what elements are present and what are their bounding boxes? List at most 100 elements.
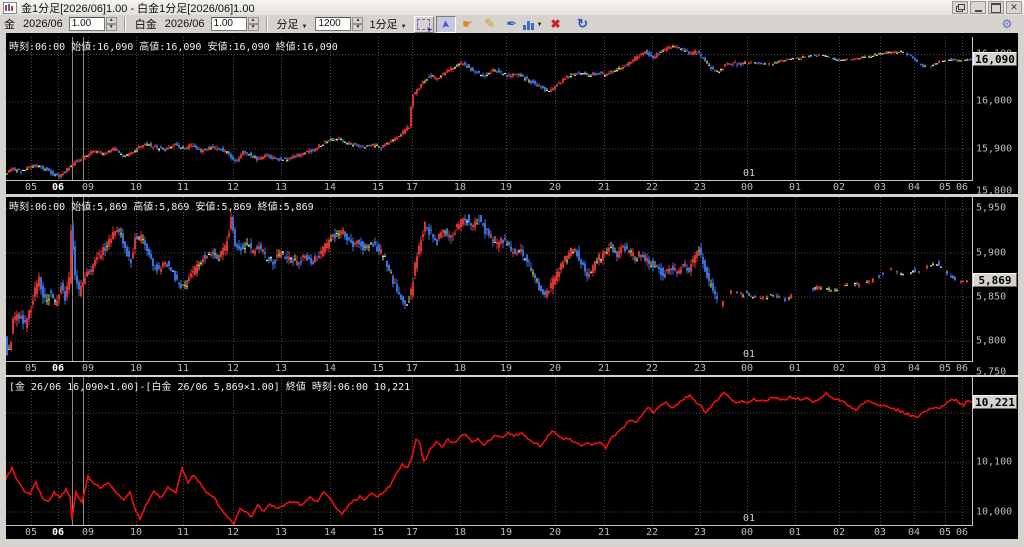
time-tick-label: 09 [81,182,95,193]
time-tick-label: 09 [81,363,95,374]
gold-contract-select[interactable]: 2026/06 [23,18,63,30]
time-tick-label: 05 [938,527,952,538]
time-tick-label: 01 [788,527,802,538]
time-tick-label: 05 [24,182,38,193]
bar-count-arrows[interactable]: ▲ ▼ [352,17,364,31]
time-tick-label: 22 [645,182,659,193]
time-tick-label: 03 [873,363,887,374]
zoom-select-icon [417,18,431,30]
close-icon: ✕ [1010,2,1018,12]
platinum-multiplier-arrows[interactable]: ▲ ▼ [247,17,259,31]
toolbar-separator [123,17,126,31]
price-tick-label: 15,900 [976,143,1013,155]
date-marker: 01 [743,513,756,524]
time-tick-label: 22 [645,527,659,538]
gold-multiplier-arrows[interactable]: ▲ ▼ [105,17,117,31]
minimize-button[interactable] [970,1,986,14]
time-tick-label: 12 [226,182,240,193]
clear-icon: ✖ [550,17,561,31]
platinum-contract-select[interactable]: 2026/06 [165,18,205,30]
time-tick-label: 06 [955,363,969,374]
clear-drawings-button[interactable]: ✖ [546,16,566,33]
time-tick-label: 11 [176,363,190,374]
time-tick-label: 06 [51,182,65,193]
platinum-time-axis: 05 06 09 10 11 12 13 14 15 17 18 19 20 21 22 23 00 01 02 03… [6,362,972,375]
restore-icon [955,3,965,12]
time-tick-label: 06 [955,182,969,193]
date-marker: 01 [743,168,756,179]
time-tick-label: 13 [274,182,288,193]
time-tick-label: 09 [81,527,95,538]
pan-tool-button[interactable]: ☛ [458,16,478,33]
time-tick-label: 05 [24,527,38,538]
settings-button[interactable]: ⚙ [997,16,1017,33]
platinum-multiplier-spinner[interactable]: 1.00 ▲ ▼ [210,17,259,31]
time-tick-label: 10 [129,363,143,374]
time-tick-label: 01 [788,363,802,374]
refresh-button[interactable]: ↻ [573,16,593,33]
time-tick-label: 21 [597,527,611,538]
time-tick-label: 06 [955,527,969,538]
platinum-ohlc-readout: 時刻:06:00 始値:5,869 高値:5,869 安値:5,869 終値:5… [9,202,314,213]
maximize-button[interactable] [988,1,1004,14]
pen-tool-button[interactable]: ✒ [502,16,522,33]
maximize-icon [991,2,1001,13]
time-tick-label: 12 [226,527,240,538]
toolbar: 金 2026/06 1.00 ▲ ▼ 白金 2026/06 1.00 ▲ ▼ 分足 ▼… [0,15,1024,34]
bar-interval-dropdown[interactable]: 1分足 ▼ [369,16,408,32]
price-tick-label: 16,000 [976,95,1013,107]
time-tick-label: 14 [323,363,337,374]
zoom-select-tool-button[interactable] [413,15,434,33]
chart-type-button[interactable]: ▼ [522,16,544,33]
price-tick-label: 5,900 [976,247,1007,259]
candles-svg [6,197,972,361]
time-tick-label: 19 [499,182,513,193]
gold-multiplier-input[interactable]: 1.00 [68,17,105,31]
time-tick-label: 18 [453,363,467,374]
bar-count-input[interactable]: 1200 [315,17,352,31]
time-tick-label: 00 [740,527,754,538]
time-tick-label: 05 [938,182,952,193]
cursor-tool-button[interactable]: ➤ [435,15,456,33]
refresh-icon: ↻ [577,16,589,31]
time-tick-label: 00 [740,182,754,193]
platinum-candlestick-plot[interactable]: 時刻:06:00 始値:5,869 高値:5,869 安値:5,869 終値:5… [6,197,973,362]
time-tick-label: 03 [873,182,887,193]
gold-multiplier-spinner[interactable]: 1.00 ▲ ▼ [68,17,117,31]
spread-line-svg [6,377,972,525]
chart-client-area: 時刻:06:00 始値:16,090 高値:16,090 安値:16,090 終… [0,33,1024,547]
spread-formula-readout: [金 26/06 16,090×1.00]-[白金 26/06 5,869×1.… [9,382,411,393]
time-tick-label: 18 [453,527,467,538]
app-icon [3,1,17,14]
restore-all-button[interactable] [952,1,968,14]
platinum-multiplier-input[interactable]: 1.00 [210,17,247,31]
price-tick-label: 10,100 [976,456,1013,468]
panel-separator [0,375,1018,377]
hand-icon: ☛ [462,17,473,31]
bar-type-dropdown[interactable]: 分足 ▼ [277,16,310,32]
time-tick-label: 23 [693,527,707,538]
price-tick-label: 5,850 [976,291,1007,303]
time-tick-label: 23 [693,363,707,374]
draw-tool-button[interactable]: ✎ [480,16,500,33]
chart-app-window: { "window": { "title": "金1分足[2026/06]1.0… [0,0,1024,547]
time-tick-label: 18 [453,182,467,193]
time-tick-label: 17 [405,182,419,193]
time-tick-label: 19 [499,527,513,538]
time-tick-label: 15 [371,182,385,193]
time-tick-label: 05 [938,363,952,374]
time-tick-label: 02 [832,363,846,374]
time-tick-label: 17 [405,527,419,538]
bar-count-spinner[interactable]: 1200 ▲ ▼ [315,17,364,31]
chevron-down-icon: ▼ [536,21,543,28]
spread-line-plot[interactable]: [金 26/06 16,090×1.00]-[白金 26/06 5,869×1.… [6,377,973,526]
spread-time-axis: 05 06 09 10 11 12 13 14 15 17 18 19 20 21 22 23 00 01 02 03… [6,526,972,539]
price-axis-column: 16,10016,00015,90015,80016,0905,9505,900… [973,33,1018,539]
pen-icon: ✒ [506,16,518,31]
close-button[interactable]: ✕ [1006,1,1022,14]
candles-svg [6,37,972,180]
pencil-icon: ✎ [484,16,496,31]
price-tick-label: 5,950 [976,202,1007,214]
gold-candlestick-plot[interactable]: 時刻:06:00 始値:16,090 高値:16,090 安値:16,090 終… [6,37,973,181]
time-tick-label: 19 [499,363,513,374]
